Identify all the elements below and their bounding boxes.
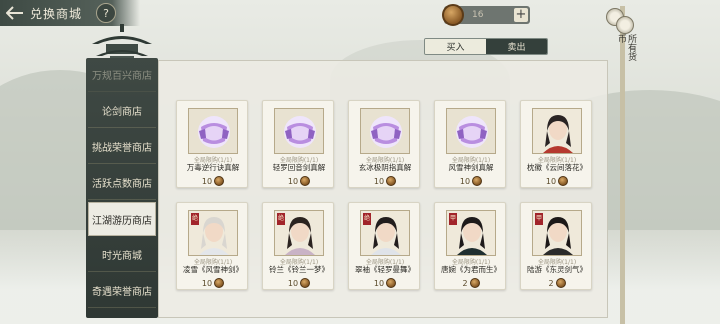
item-name: 玄冰极阴指真解 <box>358 163 412 172</box>
item-price: 2 <box>535 277 579 289</box>
all-currencies-label: 所有货币 <box>616 34 636 61</box>
coin-icon <box>386 278 397 288</box>
shop-nav: 万规百兴商店 论剑商店 挑战荣誉商店 活跃点数商店 江湖游历商店 时光商城 奇遇… <box>86 58 158 318</box>
purple-scroll-icon <box>456 116 488 148</box>
nav-item-adventure-shop[interactable]: 奇遇荣誉商店 <box>88 274 156 308</box>
shop-screen: 兑换商城 ? 16 + 所有货币 万规百兴商店 论剑商店 挑战荣誉商店 活跃点数… <box>0 0 720 324</box>
item-name: 凌雪《风雪神剑》 <box>183 265 243 274</box>
item-card[interactable]: 全局限购(1/1) 枕徽《云间落花》 10 <box>520 100 592 188</box>
nav-item-challenge-shop[interactable]: 挑战荣誉商店 <box>88 130 156 164</box>
character-portrait: 甲 <box>532 210 582 256</box>
nav-item-arena-shop[interactable]: 论剑商店 <box>88 94 156 128</box>
item-card[interactable]: 绝全局限购(1/1) 铃兰《铃兰一梦》 10 <box>262 202 334 290</box>
coin-icon <box>472 176 483 186</box>
help-button[interactable]: ? <box>96 3 116 23</box>
coin-icon <box>214 176 225 186</box>
item-name: 轻罗回音剑真解 <box>272 163 326 172</box>
item-card[interactable]: 甲全局限购(1/1) 唐婉《为君而生》 2 <box>434 202 506 290</box>
back-button[interactable] <box>0 0 30 26</box>
nav-item-time-mall[interactable]: 时光商城 <box>88 238 156 272</box>
currency-display: 16 + <box>442 4 530 26</box>
item-price: 10 <box>277 277 321 289</box>
coin-icon <box>558 176 569 186</box>
item-card[interactable]: 全局限购(1/1) 风雪神剑真解 10 <box>434 100 506 188</box>
add-currency-button[interactable]: + <box>514 8 528 22</box>
tab-sell[interactable]: 卖出 <box>486 39 547 54</box>
price-value: 10 <box>287 278 299 288</box>
character-icon <box>533 109 581 153</box>
rarity-badge: 甲 <box>449 213 457 225</box>
all-currencies-button[interactable]: 所有货币 <box>606 6 638 66</box>
item-name: 唐婉《为君而生》 <box>441 265 501 274</box>
purple-scroll-icon <box>198 116 230 148</box>
currency-amount: 16 <box>472 10 484 20</box>
character-portrait: 绝 <box>360 210 410 256</box>
nav-item-activity-shop[interactable]: 活跃点数商店 <box>88 166 156 200</box>
rarity-badge: 甲 <box>535 213 543 225</box>
price-value: 2 <box>462 278 468 288</box>
nav-item-travel-shop[interactable]: 江湖游历商店 <box>88 202 156 236</box>
item-name: 翠袖《轻罗曼舞》 <box>355 265 415 274</box>
rarity-badge: 绝 <box>363 213 371 225</box>
tab-buy[interactable]: 买入 <box>425 39 486 54</box>
back-arrow-icon <box>6 6 23 20</box>
item-card[interactable]: 全局限购(1/1) 轻罗回音剑真解 10 <box>262 100 334 188</box>
price-value: 10 <box>201 176 213 186</box>
item-card[interactable]: 绝全局限购(1/1) 凌雪《风雪神剑》 10 <box>176 202 248 290</box>
item-price: 10 <box>191 175 235 187</box>
buy-sell-tabs: 买入 卖出 <box>424 38 548 55</box>
item-card[interactable]: 全局限购(1/1) 万毒逆行诀真解 10 <box>176 100 248 188</box>
coin-icon <box>555 278 566 288</box>
item-name: 枕徽《云间落花》 <box>527 163 587 172</box>
coin-icon <box>469 278 480 288</box>
page-title: 兑换商城 <box>30 6 83 21</box>
item-price: 10 <box>535 175 579 187</box>
item-name: 万毒逆行诀真解 <box>186 163 240 172</box>
character-portrait: 甲 <box>446 210 496 256</box>
price-value: 10 <box>373 278 385 288</box>
price-value: 10 <box>373 176 385 186</box>
item-name: 铃兰《铃兰一梦》 <box>269 265 329 274</box>
purple-scroll-icon <box>284 116 316 148</box>
item-price: 10 <box>191 277 235 289</box>
coin-icon <box>300 176 311 186</box>
scroll-item-icon <box>360 108 410 154</box>
coin-icon <box>386 176 397 186</box>
character-portrait <box>532 108 582 154</box>
item-price: 10 <box>363 277 407 289</box>
item-price: 10 <box>277 175 321 187</box>
price-value: 10 <box>459 176 471 186</box>
coin-icon <box>300 278 311 288</box>
item-card[interactable]: 全局限购(1/1) 玄冰极阴指真解 10 <box>348 100 420 188</box>
scroll-item-icon <box>446 108 496 154</box>
scroll-knob-icon <box>616 16 634 34</box>
item-price: 10 <box>449 175 493 187</box>
price-value: 10 <box>287 176 299 186</box>
scroll-item-icon <box>188 108 238 154</box>
coin-icon <box>214 278 225 288</box>
character-portrait: 绝 <box>274 210 324 256</box>
price-value: 2 <box>548 278 554 288</box>
item-card[interactable]: 绝全局限购(1/1) 翠袖《轻罗曼舞》 10 <box>348 202 420 290</box>
scroll-item-icon <box>274 108 324 154</box>
item-name: 陆游《东灵剑气》 <box>527 265 587 274</box>
item-price: 10 <box>363 175 407 187</box>
purple-scroll-icon <box>370 116 402 148</box>
nav-item-0[interactable]: 万规百兴商店 <box>88 58 156 92</box>
coin-icon <box>442 4 464 26</box>
price-value: 10 <box>201 278 213 288</box>
rarity-badge: 绝 <box>191 213 199 225</box>
price-value: 10 <box>545 176 557 186</box>
item-card[interactable]: 甲全局限购(1/1) 陆游《东灵剑气》 2 <box>520 202 592 290</box>
character-portrait: 绝 <box>188 210 238 256</box>
item-price: 2 <box>449 277 493 289</box>
item-name: 风雪神剑真解 <box>448 163 494 172</box>
rarity-badge: 绝 <box>277 213 285 225</box>
